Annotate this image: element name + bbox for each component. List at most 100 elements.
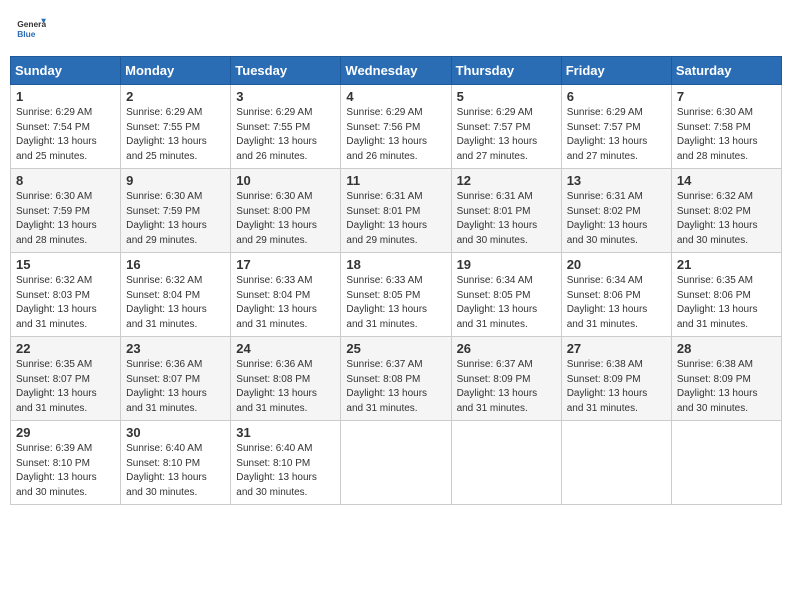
calendar-cell: 8 Sunrise: 6:30 AM Sunset: 7:59 PM Dayli…	[11, 169, 121, 253]
day-number: 14	[677, 173, 776, 188]
calendar-cell: 19 Sunrise: 6:34 AM Sunset: 8:05 PM Dayl…	[451, 253, 561, 337]
day-number: 17	[236, 257, 335, 272]
day-number: 26	[457, 341, 556, 356]
day-number: 27	[567, 341, 666, 356]
day-number: 19	[457, 257, 556, 272]
week-row-2: 15 Sunrise: 6:32 AM Sunset: 8:03 PM Dayl…	[11, 253, 782, 337]
calendar-body: 1 Sunrise: 6:29 AM Sunset: 7:54 PM Dayli…	[11, 85, 782, 505]
calendar-cell: 10 Sunrise: 6:30 AM Sunset: 8:00 PM Dayl…	[231, 169, 341, 253]
day-number: 20	[567, 257, 666, 272]
day-number: 9	[126, 173, 225, 188]
day-number: 8	[16, 173, 115, 188]
week-row-0: 1 Sunrise: 6:29 AM Sunset: 7:54 PM Dayli…	[11, 85, 782, 169]
day-number: 30	[126, 425, 225, 440]
day-info: Sunrise: 6:30 AM Sunset: 8:00 PM Dayligh…	[236, 190, 335, 248]
day-info: Sunrise: 6:30 AM Sunset: 7:59 PM Dayligh…	[126, 190, 225, 248]
page-header: General Blue	[10, 10, 782, 48]
dow-tuesday: Tuesday	[231, 57, 341, 85]
calendar-cell: 14 Sunrise: 6:32 AM Sunset: 8:02 PM Dayl…	[671, 169, 781, 253]
day-number: 28	[677, 341, 776, 356]
dow-monday: Monday	[121, 57, 231, 85]
day-number: 3	[236, 89, 335, 104]
day-info: Sunrise: 6:32 AM Sunset: 8:04 PM Dayligh…	[126, 274, 225, 332]
calendar-cell: 9 Sunrise: 6:30 AM Sunset: 7:59 PM Dayli…	[121, 169, 231, 253]
calendar-table: SundayMondayTuesdayWednesdayThursdayFrid…	[10, 56, 782, 505]
day-info: Sunrise: 6:40 AM Sunset: 8:10 PM Dayligh…	[126, 442, 225, 500]
day-number: 4	[346, 89, 445, 104]
logo-icon: General Blue	[16, 14, 46, 44]
day-info: Sunrise: 6:38 AM Sunset: 8:09 PM Dayligh…	[677, 358, 776, 416]
day-number: 2	[126, 89, 225, 104]
calendar-cell: 26 Sunrise: 6:37 AM Sunset: 8:09 PM Dayl…	[451, 337, 561, 421]
day-info: Sunrise: 6:29 AM Sunset: 7:55 PM Dayligh…	[236, 106, 335, 164]
dow-thursday: Thursday	[451, 57, 561, 85]
calendar-cell: 27 Sunrise: 6:38 AM Sunset: 8:09 PM Dayl…	[561, 337, 671, 421]
logo: General Blue	[16, 14, 46, 44]
day-number: 13	[567, 173, 666, 188]
calendar-cell: 18 Sunrise: 6:33 AM Sunset: 8:05 PM Dayl…	[341, 253, 451, 337]
day-number: 29	[16, 425, 115, 440]
day-number: 10	[236, 173, 335, 188]
svg-text:Blue: Blue	[17, 29, 36, 39]
day-info: Sunrise: 6:30 AM Sunset: 7:58 PM Dayligh…	[677, 106, 776, 164]
day-info: Sunrise: 6:29 AM Sunset: 7:54 PM Dayligh…	[16, 106, 115, 164]
calendar-cell: 11 Sunrise: 6:31 AM Sunset: 8:01 PM Dayl…	[341, 169, 451, 253]
day-info: Sunrise: 6:30 AM Sunset: 7:59 PM Dayligh…	[16, 190, 115, 248]
calendar-cell: 21 Sunrise: 6:35 AM Sunset: 8:06 PM Dayl…	[671, 253, 781, 337]
day-number: 15	[16, 257, 115, 272]
day-info: Sunrise: 6:29 AM Sunset: 7:57 PM Dayligh…	[567, 106, 666, 164]
calendar-cell: 3 Sunrise: 6:29 AM Sunset: 7:55 PM Dayli…	[231, 85, 341, 169]
calendar-cell: 23 Sunrise: 6:36 AM Sunset: 8:07 PM Dayl…	[121, 337, 231, 421]
calendar-cell: 15 Sunrise: 6:32 AM Sunset: 8:03 PM Dayl…	[11, 253, 121, 337]
day-number: 23	[126, 341, 225, 356]
calendar-cell	[451, 421, 561, 505]
day-info: Sunrise: 6:36 AM Sunset: 8:07 PM Dayligh…	[126, 358, 225, 416]
day-number: 22	[16, 341, 115, 356]
day-info: Sunrise: 6:33 AM Sunset: 8:05 PM Dayligh…	[346, 274, 445, 332]
calendar-cell: 5 Sunrise: 6:29 AM Sunset: 7:57 PM Dayli…	[451, 85, 561, 169]
calendar-cell: 22 Sunrise: 6:35 AM Sunset: 8:07 PM Dayl…	[11, 337, 121, 421]
day-info: Sunrise: 6:34 AM Sunset: 8:05 PM Dayligh…	[457, 274, 556, 332]
day-info: Sunrise: 6:38 AM Sunset: 8:09 PM Dayligh…	[567, 358, 666, 416]
day-info: Sunrise: 6:29 AM Sunset: 7:55 PM Dayligh…	[126, 106, 225, 164]
calendar-cell: 1 Sunrise: 6:29 AM Sunset: 7:54 PM Dayli…	[11, 85, 121, 169]
day-info: Sunrise: 6:34 AM Sunset: 8:06 PM Dayligh…	[567, 274, 666, 332]
day-info: Sunrise: 6:40 AM Sunset: 8:10 PM Dayligh…	[236, 442, 335, 500]
calendar-cell	[561, 421, 671, 505]
calendar-cell: 29 Sunrise: 6:39 AM Sunset: 8:10 PM Dayl…	[11, 421, 121, 505]
calendar-cell: 7 Sunrise: 6:30 AM Sunset: 7:58 PM Dayli…	[671, 85, 781, 169]
day-info: Sunrise: 6:32 AM Sunset: 8:03 PM Dayligh…	[16, 274, 115, 332]
day-number: 24	[236, 341, 335, 356]
day-number: 18	[346, 257, 445, 272]
calendar-cell: 16 Sunrise: 6:32 AM Sunset: 8:04 PM Dayl…	[121, 253, 231, 337]
day-number: 7	[677, 89, 776, 104]
calendar-cell: 25 Sunrise: 6:37 AM Sunset: 8:08 PM Dayl…	[341, 337, 451, 421]
day-info: Sunrise: 6:29 AM Sunset: 7:56 PM Dayligh…	[346, 106, 445, 164]
calendar-cell: 17 Sunrise: 6:33 AM Sunset: 8:04 PM Dayl…	[231, 253, 341, 337]
calendar-cell: 30 Sunrise: 6:40 AM Sunset: 8:10 PM Dayl…	[121, 421, 231, 505]
day-number: 6	[567, 89, 666, 104]
week-row-3: 22 Sunrise: 6:35 AM Sunset: 8:07 PM Dayl…	[11, 337, 782, 421]
day-info: Sunrise: 6:29 AM Sunset: 7:57 PM Dayligh…	[457, 106, 556, 164]
days-of-week-header: SundayMondayTuesdayWednesdayThursdayFrid…	[11, 57, 782, 85]
calendar-cell	[671, 421, 781, 505]
calendar-cell: 12 Sunrise: 6:31 AM Sunset: 8:01 PM Dayl…	[451, 169, 561, 253]
week-row-1: 8 Sunrise: 6:30 AM Sunset: 7:59 PM Dayli…	[11, 169, 782, 253]
day-info: Sunrise: 6:31 AM Sunset: 8:01 PM Dayligh…	[346, 190, 445, 248]
calendar-cell: 2 Sunrise: 6:29 AM Sunset: 7:55 PM Dayli…	[121, 85, 231, 169]
week-row-4: 29 Sunrise: 6:39 AM Sunset: 8:10 PM Dayl…	[11, 421, 782, 505]
calendar-cell: 13 Sunrise: 6:31 AM Sunset: 8:02 PM Dayl…	[561, 169, 671, 253]
day-info: Sunrise: 6:37 AM Sunset: 8:08 PM Dayligh…	[346, 358, 445, 416]
day-number: 25	[346, 341, 445, 356]
day-info: Sunrise: 6:31 AM Sunset: 8:02 PM Dayligh…	[567, 190, 666, 248]
calendar-cell	[341, 421, 451, 505]
calendar-cell: 28 Sunrise: 6:38 AM Sunset: 8:09 PM Dayl…	[671, 337, 781, 421]
day-number: 11	[346, 173, 445, 188]
dow-friday: Friday	[561, 57, 671, 85]
day-number: 5	[457, 89, 556, 104]
calendar-cell: 6 Sunrise: 6:29 AM Sunset: 7:57 PM Dayli…	[561, 85, 671, 169]
dow-wednesday: Wednesday	[341, 57, 451, 85]
calendar-cell: 4 Sunrise: 6:29 AM Sunset: 7:56 PM Dayli…	[341, 85, 451, 169]
dow-saturday: Saturday	[671, 57, 781, 85]
day-info: Sunrise: 6:35 AM Sunset: 8:06 PM Dayligh…	[677, 274, 776, 332]
